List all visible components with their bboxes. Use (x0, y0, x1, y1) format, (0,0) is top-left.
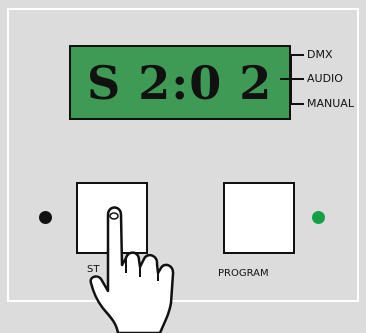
mode-label-dmx: DMX (307, 48, 333, 61)
program-button[interactable] (223, 182, 295, 254)
program-button-label: PROGRAM (218, 268, 269, 279)
left-indicator-led (39, 211, 52, 224)
mode-label-manual: MANUAL (307, 97, 354, 110)
mode-label-audio: AUDIO (307, 72, 343, 85)
right-indicator-led (312, 211, 325, 224)
mode-bracket-dmx-tick (290, 54, 304, 56)
lcd-display: S 2:0 2 (69, 45, 291, 120)
mode-bracket-manual-tick (290, 103, 304, 105)
lcd-readout: S 2:0 2 (87, 55, 273, 110)
mode-bracket-audio-tick (280, 78, 304, 80)
pointing-hand-icon (89, 206, 175, 333)
